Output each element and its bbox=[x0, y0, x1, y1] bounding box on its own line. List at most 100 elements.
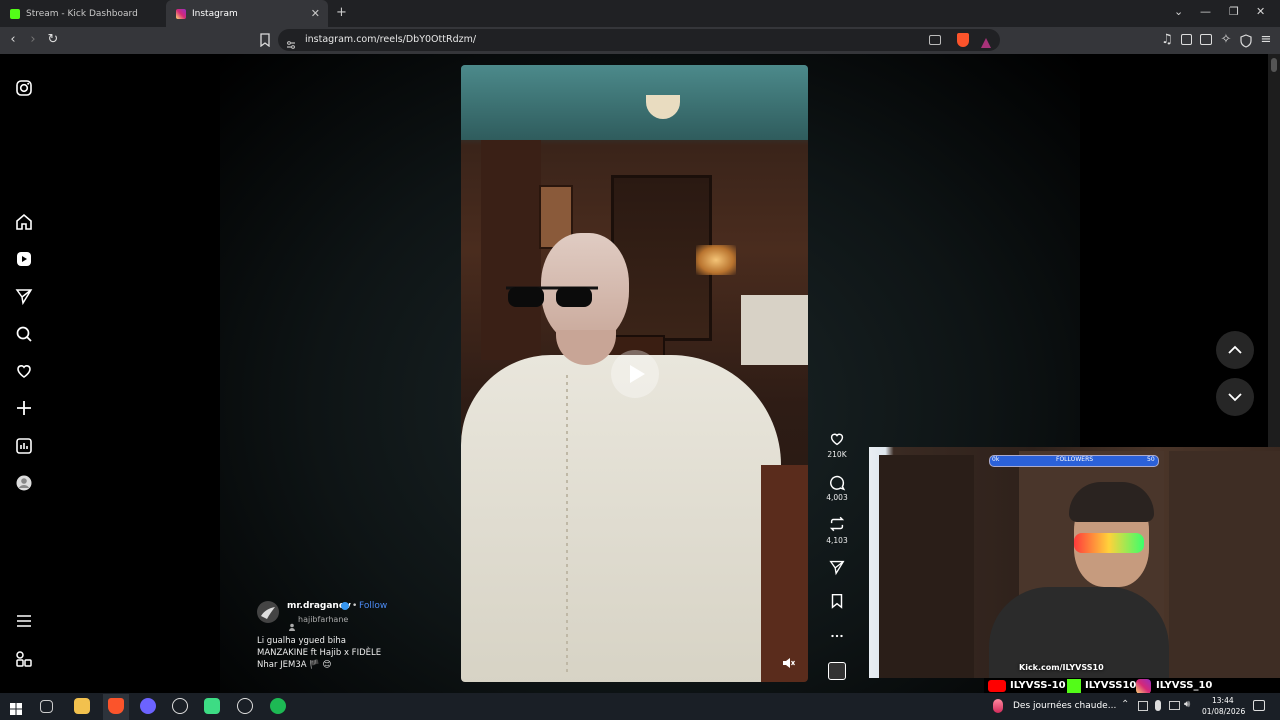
direct-icon[interactable] bbox=[14, 286, 34, 306]
back-icon[interactable]: ‹ bbox=[6, 33, 20, 47]
tab-title: Stream - Kick Dashboard bbox=[26, 8, 138, 19]
notifications-icon[interactable] bbox=[1253, 700, 1265, 711]
reposts-count: 4,103 bbox=[826, 536, 848, 545]
more-options-icon[interactable] bbox=[828, 627, 846, 645]
github-icon[interactable] bbox=[237, 698, 253, 714]
play-button[interactable] bbox=[611, 350, 659, 398]
brave-icon[interactable] bbox=[108, 698, 124, 714]
verified-badge-icon bbox=[341, 602, 349, 610]
new-tab-button[interactable]: + bbox=[336, 5, 347, 20]
previous-reel-button[interactable] bbox=[1216, 331, 1254, 369]
forward-icon[interactable]: › bbox=[26, 33, 40, 47]
comments-count: 4,003 bbox=[826, 493, 848, 502]
instagram-icon[interactable] bbox=[14, 78, 34, 98]
share-icon[interactable] bbox=[828, 558, 846, 576]
audio-name[interactable]: hajibfarhane bbox=[298, 615, 348, 624]
create-icon[interactable] bbox=[14, 398, 34, 418]
file-explorer-icon[interactable] bbox=[74, 698, 90, 714]
caption-line: Li gualha ygued biha bbox=[257, 636, 346, 646]
cast-icon[interactable] bbox=[929, 35, 941, 45]
social-handles: ILYVSS-10 ILYVSS10 ILYVSS_10 bbox=[984, 678, 1280, 694]
comment-icon[interactable] bbox=[828, 473, 846, 491]
next-reel-button[interactable] bbox=[1216, 378, 1254, 416]
save-icon[interactable] bbox=[828, 592, 846, 610]
search-icon[interactable] bbox=[14, 324, 34, 344]
clock-time[interactable]: 13:44 bbox=[1212, 696, 1234, 705]
wood-panel bbox=[481, 140, 541, 360]
sport-sunglasses bbox=[1074, 533, 1144, 553]
like-icon[interactable] bbox=[828, 430, 846, 448]
app-icon[interactable] bbox=[204, 698, 220, 714]
weather-text[interactable]: Des journées chaude... bbox=[1013, 701, 1116, 711]
streamer-hair bbox=[1069, 482, 1154, 522]
leo-ai-icon[interactable]: ✧ bbox=[1219, 33, 1233, 47]
tray-chevron-icon[interactable]: ⌃ bbox=[1121, 699, 1129, 710]
tab-title: Instagram bbox=[192, 8, 238, 19]
audio-icon bbox=[288, 616, 296, 631]
author-avatar[interactable] bbox=[257, 601, 279, 623]
follow-separator: • bbox=[352, 601, 358, 611]
weather-icon bbox=[993, 699, 1003, 713]
tab-search-icon[interactable]: ⌄ bbox=[1174, 5, 1183, 18]
wallet-icon[interactable] bbox=[1200, 34, 1212, 45]
fireplace bbox=[741, 295, 808, 365]
profile-icon[interactable] bbox=[14, 473, 34, 493]
chair-arm bbox=[761, 465, 808, 682]
home-icon[interactable] bbox=[14, 212, 34, 232]
reels-icon[interactable] bbox=[14, 249, 34, 269]
instagram-icon bbox=[176, 8, 186, 19]
sidebar-toggle-icon[interactable] bbox=[1181, 34, 1192, 45]
audio-thumbnail[interactable] bbox=[828, 662, 846, 680]
site-info-icon[interactable] bbox=[286, 35, 296, 49]
brave-rewards-icon[interactable] bbox=[980, 34, 992, 53]
obs-icon[interactable] bbox=[172, 698, 188, 714]
task-view-icon[interactable] bbox=[40, 700, 53, 713]
restore-icon[interactable]: ❐ bbox=[1229, 5, 1239, 18]
caption-line: Nhar JEM3A 🏴 😊 bbox=[257, 660, 332, 670]
close-window-icon[interactable]: ✕ bbox=[1256, 5, 1265, 18]
followers-label: FOLLOWERS bbox=[1056, 456, 1094, 463]
kick-icon bbox=[1067, 679, 1081, 693]
tab-kick-dashboard[interactable]: Stream - Kick Dashboard bbox=[0, 0, 165, 27]
reload-icon[interactable]: ↻ bbox=[46, 33, 60, 47]
door bbox=[879, 455, 974, 678]
more-icon[interactable] bbox=[14, 649, 34, 669]
reel-video[interactable] bbox=[461, 65, 808, 682]
bookmark-icon[interactable] bbox=[258, 33, 272, 48]
youtube-handle: ILYVSS-10 bbox=[1010, 680, 1066, 691]
followers-max: 50 bbox=[1147, 456, 1155, 463]
spotify-icon[interactable] bbox=[270, 698, 286, 714]
tab-instagram[interactable]: Instagram ✕ bbox=[166, 0, 328, 27]
follow-button[interactable]: Follow bbox=[359, 601, 387, 611]
video-ceiling bbox=[461, 65, 808, 140]
discord-icon[interactable] bbox=[140, 698, 156, 714]
menu-icon[interactable]: ≡ bbox=[1259, 33, 1273, 47]
minimize-icon[interactable]: — bbox=[1200, 5, 1211, 18]
tray-app-icon[interactable] bbox=[1138, 701, 1148, 711]
webcam-feed: 0k FOLLOWERS 50 Kick.com/ILYVSS10 bbox=[869, 447, 1280, 678]
menu-icon[interactable] bbox=[14, 611, 34, 631]
network-icon[interactable] bbox=[1169, 701, 1180, 710]
scrollbar-thumb[interactable] bbox=[1271, 58, 1277, 72]
windows-start-icon[interactable] bbox=[10, 700, 22, 715]
volume-icon[interactable]: 🔊︎ bbox=[1184, 699, 1190, 710]
clock-date[interactable]: 01/08/2026 bbox=[1202, 707, 1245, 716]
heart-icon[interactable] bbox=[14, 361, 34, 381]
dashboard-icon[interactable] bbox=[14, 436, 34, 456]
close-tab-icon[interactable]: ✕ bbox=[311, 7, 320, 20]
followers-min: 0k bbox=[992, 456, 1000, 463]
sunglasses bbox=[506, 286, 598, 307]
vpn-shield-icon[interactable] bbox=[1240, 33, 1252, 52]
microphone-icon[interactable] bbox=[1155, 700, 1161, 711]
repost-icon[interactable] bbox=[828, 515, 846, 533]
mute-icon[interactable] bbox=[781, 655, 795, 669]
wardrobe-right bbox=[1169, 451, 1280, 678]
robe-buttons bbox=[566, 375, 568, 675]
instagram-handle: ILYVSS_10 bbox=[1156, 680, 1213, 691]
kick-icon bbox=[10, 8, 20, 19]
kick-url: Kick.com/ILYVSS10 bbox=[1019, 663, 1104, 672]
brave-shields-icon[interactable] bbox=[957, 33, 969, 47]
likes-count: 210K bbox=[827, 450, 847, 459]
url-text: instagram.com/reels/DbY0OttRdzm/ bbox=[305, 34, 477, 45]
media-icon[interactable]: ♫ bbox=[1160, 33, 1174, 47]
